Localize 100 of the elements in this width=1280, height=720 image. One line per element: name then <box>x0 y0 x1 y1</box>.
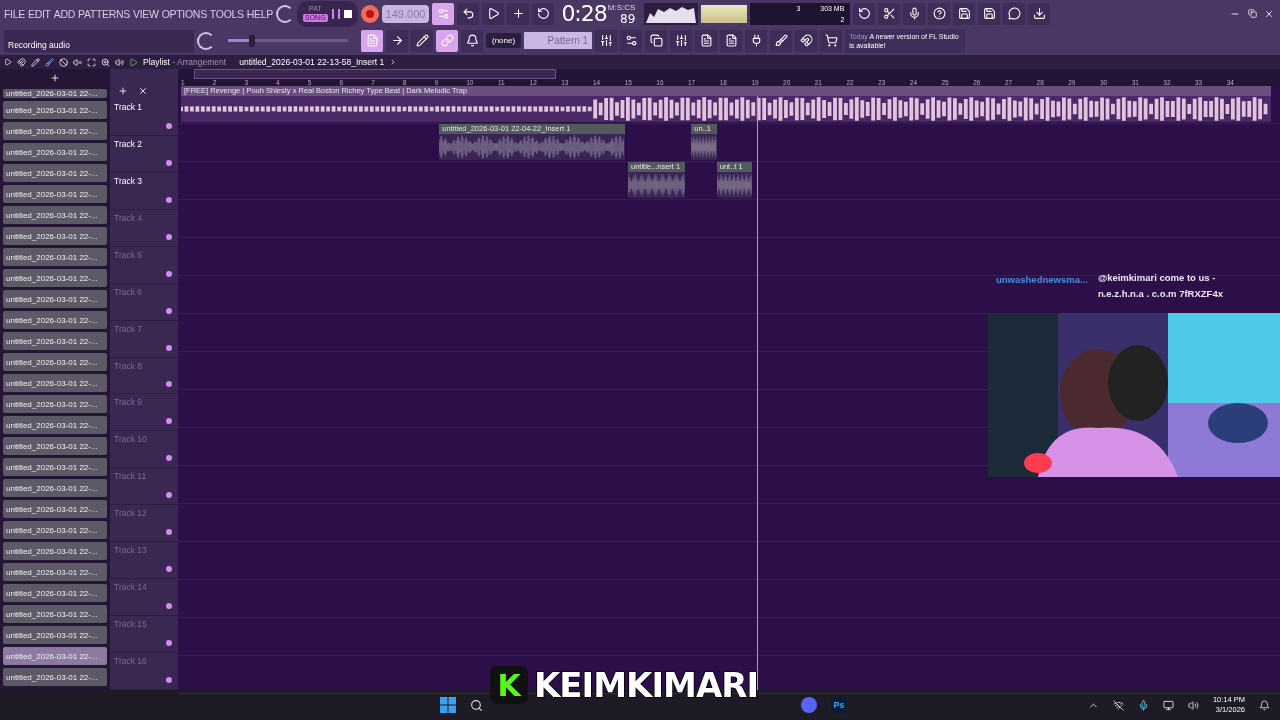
channel-picker[interactable]: (none) <box>486 33 522 48</box>
browser-item[interactable]: untitled_2026-03-01 22-... <box>3 500 107 518</box>
chat-message: @keimkimari come to us - n.e.z.h.n.a . c.o.m 7fRXZF4x <box>1097 271 1224 301</box>
waveform-drawing <box>691 134 717 160</box>
delete-icon[interactable] <box>59 57 68 67</box>
track-dot-icon[interactable] <box>166 344 172 351</box>
browser-item[interactable]: untitled_2026-03-01 22-... <box>3 269 107 287</box>
track-dot-icon[interactable] <box>166 418 172 425</box>
windows-start-icon[interactable] <box>440 697 456 713</box>
menu-item[interactable]: PATTERNS <box>78 7 131 20</box>
track-dot-icon[interactable] <box>166 566 172 573</box>
track-dot-icon[interactable] <box>166 196 172 203</box>
download-button[interactable] <box>1028 2 1051 25</box>
volume-icon[interactable] <box>1187 699 1199 711</box>
menu-item[interactable]: ADD <box>53 7 75 20</box>
add-track-icon[interactable] <box>118 85 128 96</box>
browser-item[interactable]: untitled_2026-03-01 22-... <box>3 458 107 476</box>
chat-button[interactable] <box>1003 2 1026 25</box>
microphone-icon[interactable] <box>1137 699 1149 711</box>
menu-item[interactable]: EDIT <box>28 7 51 20</box>
track-dot-icon[interactable] <box>166 270 172 277</box>
browser-item[interactable]: untitled_2026-03-01 22-... <box>3 563 107 581</box>
browser-item[interactable]: untitled_2026-03-01 22-... <box>3 248 107 266</box>
help-button[interactable] <box>928 2 951 25</box>
cut-button[interactable] <box>878 2 901 25</box>
browser-item[interactable]: untitled_2026-03-01 22-... <box>3 185 107 203</box>
play-icon[interactable] <box>4 58 12 66</box>
browser-item[interactable]: untitled_2026-03-01 22-... <box>3 164 107 182</box>
oscilloscope-drawing <box>644 2 699 25</box>
record-button[interactable] <box>360 4 379 23</box>
browser-item[interactable]: untitled_2026-03-01 22-... <box>3 143 107 161</box>
browser-item[interactable]: untitled_2026-03-01 22-... <box>3 332 107 350</box>
bell-button[interactable] <box>461 29 483 52</box>
close-icon[interactable] <box>138 85 148 96</box>
browser-item[interactable]: untitled_2026-03-01 22-... <box>3 542 107 560</box>
browser-item[interactable]: untitled_2026-03-01 22-... <box>3 605 107 623</box>
browser-item[interactable]: untitled_2026-03-01 22-... <box>3 584 107 602</box>
mixer-button[interactable] <box>670 29 693 52</box>
browser-item[interactable]: untitled_2026-03-01 22-... <box>3 395 107 413</box>
wifi-off-icon[interactable] <box>1112 699 1124 711</box>
track-dot-icon[interactable] <box>166 640 172 646</box>
photoshop-icon[interactable]: Ps <box>831 697 847 713</box>
browser-item[interactable]: untitled_2026-03-01 22-... <box>3 122 107 140</box>
monitor-icon[interactable] <box>1162 699 1174 711</box>
playback-icon[interactable] <box>115 57 124 67</box>
track-dot-icon[interactable] <box>166 455 172 462</box>
kick-logo: K <box>490 666 528 704</box>
browser-item[interactable]: untitled_2026-03-01 22-... <box>3 311 107 329</box>
cart-button[interactable] <box>820 29 843 52</box>
pitch-slider[interactable] <box>228 34 348 47</box>
overview-scrollbar[interactable] <box>194 69 556 79</box>
plugin-button[interactable] <box>745 29 768 52</box>
save-button[interactable] <box>953 2 976 25</box>
restore-icon[interactable] <box>1245 9 1259 18</box>
browser-item[interactable]: untitled_2026-03-01 22-... <box>3 626 107 644</box>
track-dot-icon[interactable] <box>166 492 172 499</box>
stop-icon[interactable] <box>343 9 352 18</box>
browser-item[interactable]: untitled_2026-03-01 22-... <box>3 206 107 224</box>
browser-item[interactable]: untitled_2026-03-01 22-... <box>3 416 107 434</box>
brush-icon[interactable] <box>45 57 54 67</box>
time-display: 0:28 <box>561 1 607 26</box>
browser-item[interactable]: untitled_2026-03-01 22-... <box>3 437 107 455</box>
notification-icon[interactable] <box>1259 699 1270 711</box>
browser-item[interactable]: untitled_2026-03-01 22-... <box>3 647 107 665</box>
track-dot-icon[interactable] <box>166 159 172 166</box>
track-dot-icon[interactable] <box>166 529 172 536</box>
menu-item[interactable]: VIEW <box>133 7 159 20</box>
browser-item[interactable]: untitled_2026-03-01 22-... <box>3 353 107 371</box>
browser-item[interactable]: untitled_2026-03-01 22-... <box>3 101 107 119</box>
track-dot-icon[interactable] <box>166 676 172 683</box>
track-dot-icon[interactable] <box>166 307 172 314</box>
mute-icon[interactable] <box>73 57 82 67</box>
browser-item[interactable]: untitled_2026-03-01 22-... <box>3 521 107 539</box>
browser-item[interactable]: untitled_2026-03-01 22-... <box>3 668 107 686</box>
window-title: Playlist - Arrangement <box>143 57 227 67</box>
menu-item[interactable]: TOOLS <box>209 7 244 20</box>
browser-item[interactable]: untitled_2026-03-01 22-... <box>3 479 107 497</box>
arrow-button[interactable] <box>386 29 408 52</box>
track-dot-icon[interactable] <box>166 381 172 388</box>
track-dot-icon[interactable] <box>166 233 172 240</box>
undo-button[interactable] <box>853 2 876 25</box>
pause-icon[interactable] <box>331 8 340 19</box>
record-audio-button[interactable] <box>903 2 926 25</box>
zoom-icon[interactable] <box>101 57 110 67</box>
file-button[interactable] <box>720 29 743 52</box>
browser-item[interactable]: untitled_2026-03-01 22-... <box>3 290 107 308</box>
link-button[interactable] <box>436 29 458 52</box>
browser-item[interactable]: untitled_2026-03-01 22-... <box>3 374 107 392</box>
browser-item[interactable]: untitled_2026-03-01 22-... <box>3 89 107 98</box>
menu-item[interactable]: HELP <box>246 7 273 20</box>
menu-item[interactable]: OPTIONS <box>161 7 207 20</box>
track-dot-icon[interactable] <box>166 122 172 129</box>
track-dot-icon[interactable] <box>166 603 172 610</box>
track-name: Track 13 <box>114 545 147 556</box>
bell-icon <box>465 34 479 47</box>
menu-item[interactable]: FILE <box>4 7 25 20</box>
search-icon[interactable] <box>470 698 483 712</box>
select-icon[interactable] <box>87 57 96 67</box>
browser-item[interactable]: untitled_2026-03-01 22-... <box>3 227 107 245</box>
add-icon[interactable] <box>50 73 60 83</box>
